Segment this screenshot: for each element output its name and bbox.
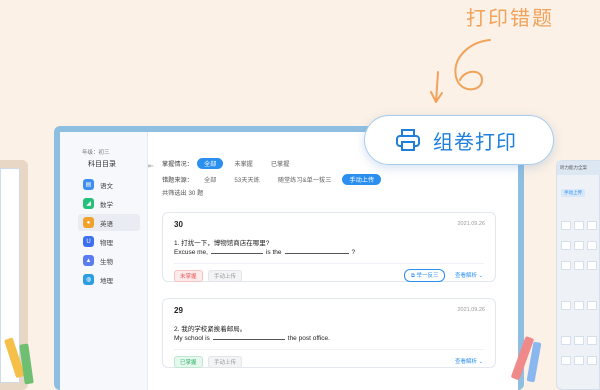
compose-print-button[interactable]: 组卷打印: [364, 115, 554, 165]
result-count: 共筛选出 30 题: [162, 190, 204, 197]
sidebar-item-english[interactable]: ● 英语: [78, 214, 140, 231]
source-badge: 手动上传: [208, 270, 243, 282]
ruler-icon: ◢: [83, 198, 94, 209]
grid-cell[interactable]: [574, 336, 584, 345]
grid-cell[interactable]: [574, 221, 584, 230]
grid-cell[interactable]: [574, 241, 584, 250]
grid-cell[interactable]: [587, 241, 597, 250]
source-filter-label: 错题来源：: [162, 176, 193, 184]
similar-practice-label: 举一反三: [416, 273, 439, 279]
sidebar-item-label: 物理: [100, 239, 113, 247]
magnet-icon: U: [83, 236, 94, 247]
source-chip-all[interactable]: 全部: [197, 174, 223, 185]
sidebar-item-physics[interactable]: U 物理: [78, 233, 140, 250]
source-badge: 手动上传: [208, 356, 243, 368]
question-card[interactable]: 30 2021.09.26 1. 打扰一下，博物馆商店在哪里? Excuse m…: [162, 212, 496, 282]
question-date: 2021.09.26: [457, 307, 485, 313]
grid-cell[interactable]: [587, 221, 597, 230]
mastery-chip-all[interactable]: 全部: [196, 157, 224, 169]
mastery-chip-mastered[interactable]: 已掌握: [264, 158, 297, 169]
grid-cell[interactable]: [561, 301, 571, 310]
mastery-filter-label: 掌握情况：: [162, 160, 193, 168]
compose-print-label: 组卷打印: [433, 131, 517, 154]
sidebar-item-label: 数学: [100, 201, 113, 209]
grid-cell[interactable]: [574, 356, 584, 365]
grid-cell[interactable]: [587, 336, 597, 345]
grid-cell[interactable]: [587, 261, 597, 270]
collapse-sidebar-icon[interactable]: ⇤: [148, 162, 154, 170]
mastery-filter-row: 掌握情况： 全部 未掌握 已掌握: [162, 156, 385, 170]
flask-icon: ▲: [83, 255, 94, 266]
app-window: 年级：初三 科目目录 ▤ 语文 ◢ 数学 ● 英语 U 物理 ▲ 生物 ◍ 地理…: [60, 132, 518, 390]
grid-cell[interactable]: [587, 301, 597, 310]
answer-end: ?: [351, 249, 356, 256]
grid-cell[interactable]: [561, 261, 571, 270]
book-icon: ▤: [83, 179, 94, 190]
printer-icon: [396, 129, 420, 151]
sidebar-item-label: 地理: [100, 277, 113, 285]
source-chip-53-daily[interactable]: 53天天练: [227, 174, 266, 185]
sidebar-item-label: 英语: [100, 220, 113, 228]
status-badge: 已掌握: [174, 356, 203, 368]
grid-cell[interactable]: [561, 336, 571, 345]
question-answer-line: My school is the post office.: [174, 335, 330, 342]
sidebar-item-chinese[interactable]: ▤ 语文: [78, 176, 140, 193]
source-filter-row: 错题来源： 全部 53天天练 随堂练习&单一拔三 手动上传: [162, 172, 385, 186]
answer-blank: [210, 253, 263, 254]
grid-cell[interactable]: [561, 356, 571, 365]
question-number: 29: [174, 306, 183, 315]
question-answer-line: Excuse me, is the?: [174, 249, 355, 256]
grid-cell[interactable]: [561, 241, 571, 250]
sidebar-item-geography[interactable]: ◍ 地理: [78, 271, 140, 288]
right-panel-upload-button[interactable]: 手动上传: [561, 189, 585, 197]
filter-panel: 掌握情况： 全部 未掌握 已掌握 错题来源： 全部 53天天练 随堂练习&单一拔…: [162, 156, 385, 197]
source-chip-manual-upload[interactable]: 手动上传: [342, 173, 382, 185]
grid-cell[interactable]: [574, 261, 584, 270]
answer-prefix: Excuse me,: [174, 249, 208, 256]
card-divider: [174, 263, 484, 264]
arrow-doodle-icon: [430, 39, 491, 103]
mastery-chip-unmastered[interactable]: 未掌握: [227, 158, 260, 169]
question-text: 2. 我的学校紧挨着邮局。: [174, 326, 247, 333]
right-panel-title: 听力能力全案: [557, 161, 600, 175]
grade-label: 年级：初三: [82, 150, 110, 156]
right-side-panel: 听力能力全案 手动上传: [556, 160, 600, 390]
status-badge: 未掌握: [174, 270, 203, 282]
headline-print-wrong-questions: 打印错题: [466, 8, 554, 30]
question-number: 30: [174, 220, 183, 229]
pencil-icon: [4, 337, 34, 385]
answer-prefix: My school is: [174, 335, 210, 342]
question-card[interactable]: 29 2021.09.26 2. 我的学校紧挨着邮局。 My school is…: [162, 298, 496, 368]
similar-practice-button[interactable]: ⧉ 举一反三: [404, 269, 446, 282]
sidebar-item-biology[interactable]: ▲ 生物: [78, 252, 140, 269]
globe-icon: ◍: [83, 274, 94, 285]
answer-blank: [284, 253, 349, 254]
card-divider: [174, 349, 484, 350]
grid-cell[interactable]: [587, 356, 597, 365]
answer-end: the post office.: [287, 335, 330, 342]
grid-cell[interactable]: [561, 221, 571, 230]
people-icon: ●: [83, 217, 94, 228]
question-text: 1. 打扰一下，博物馆商店在哪里?: [174, 240, 270, 247]
question-date: 2021.09.26: [457, 221, 485, 227]
sidebar-item-label: 生物: [100, 258, 113, 266]
answer-mid: is the: [265, 249, 282, 256]
pencil-icon: [511, 336, 542, 383]
sidebar-title: 科目目录: [88, 161, 116, 168]
source-chip-class-practice[interactable]: 随堂练习&单一拔三: [271, 174, 339, 185]
subject-sidebar: 年级：初三 科目目录 ▤ 语文 ◢ 数学 ● 英语 U 物理 ▲ 生物 ◍ 地理: [60, 132, 148, 390]
sidebar-item-math[interactable]: ◢ 数学: [78, 195, 140, 212]
answer-blank: [212, 339, 285, 340]
grid-cell[interactable]: [574, 301, 584, 310]
sidebar-item-label: 语文: [100, 182, 113, 190]
view-analysis-link[interactable]: 查看解析 ⌄: [455, 357, 483, 365]
view-analysis-link[interactable]: 查看解析 ⌄: [455, 271, 483, 279]
